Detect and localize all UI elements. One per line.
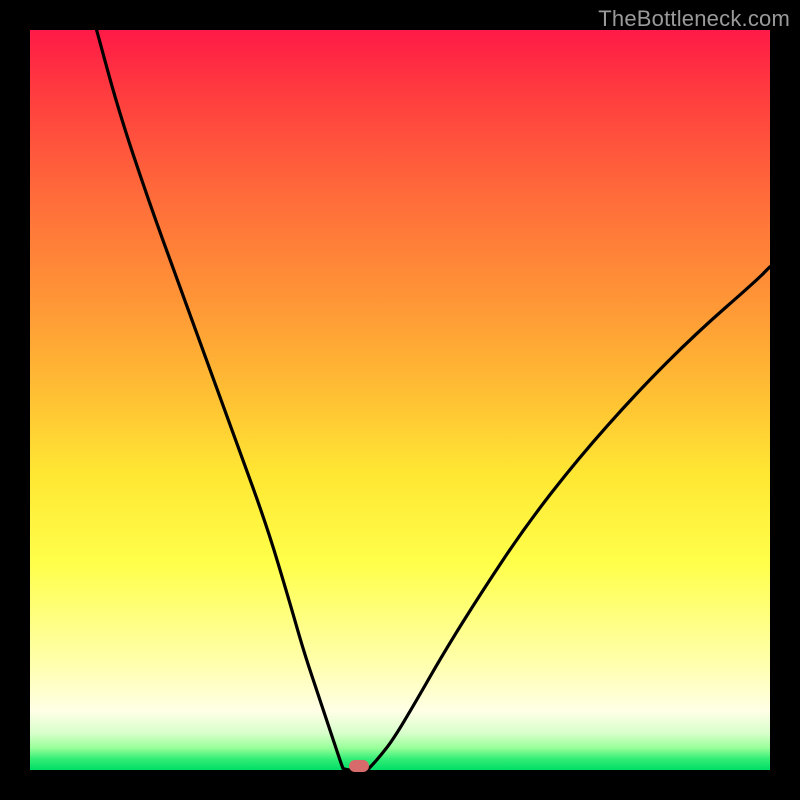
bottleneck-curve [30, 30, 770, 770]
chart-frame: TheBottleneck.com [0, 0, 800, 800]
watermark-text: TheBottleneck.com [598, 6, 790, 32]
optimum-marker [349, 760, 369, 772]
plot-area [30, 30, 770, 770]
